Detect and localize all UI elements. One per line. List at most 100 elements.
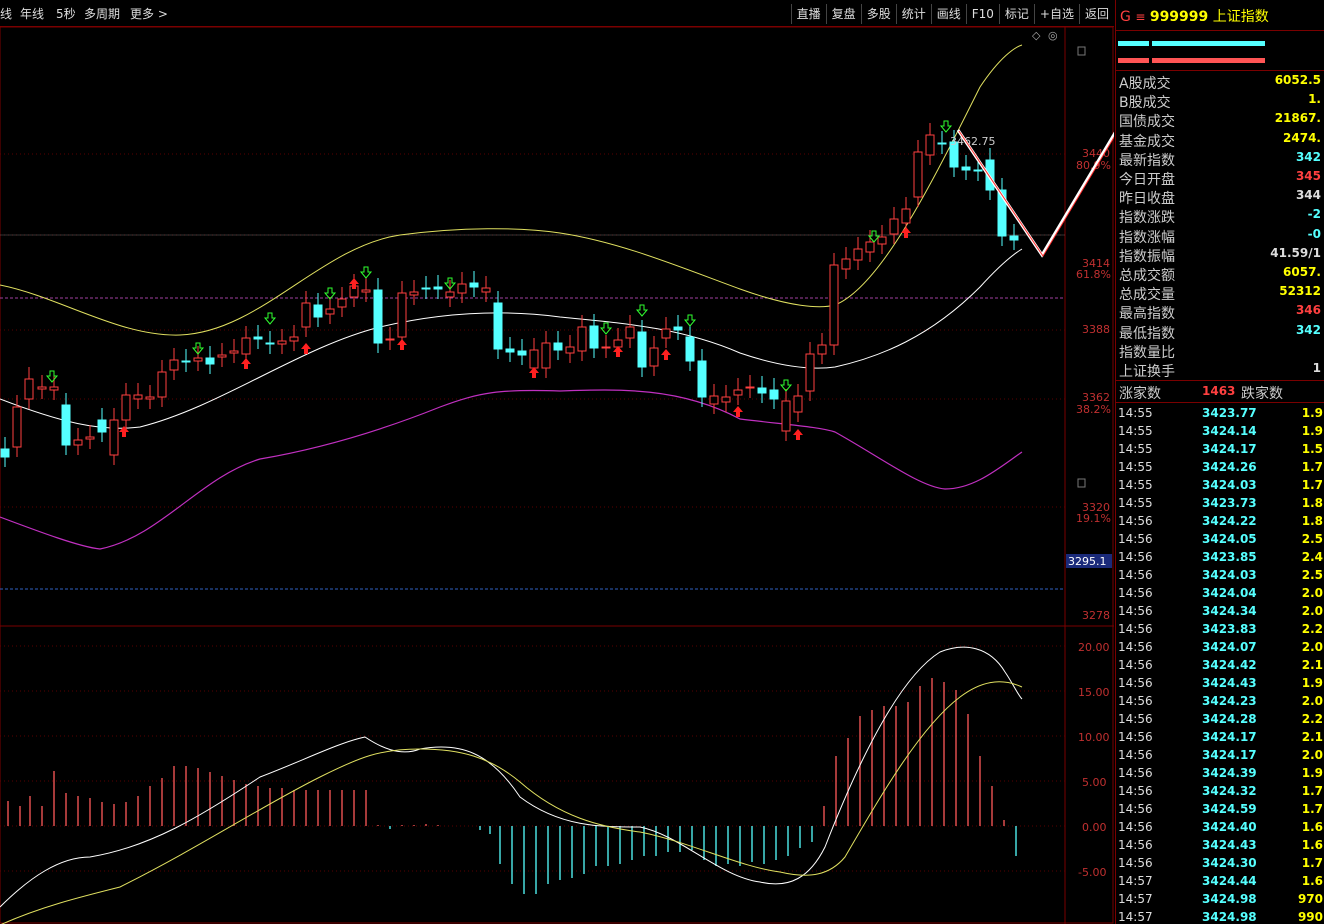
buy-arrow-icon <box>793 429 803 440</box>
candle-body <box>709 395 719 405</box>
tick-price: 3424.39 <box>1202 766 1257 780</box>
sell-arrow-icon <box>599 322 613 335</box>
toolbar-f10-button[interactable]: F10 <box>965 4 999 24</box>
tick-volume: 2.0 <box>1301 748 1323 762</box>
bid-bar-1 <box>1118 41 1149 46</box>
stat-label: 指数振幅 <box>1119 248 1175 265</box>
stat-row: A股成交 6052.5 <box>1116 72 1324 92</box>
toolbar-live-button[interactable]: 直播 <box>790 4 826 24</box>
tick-time: 14:56 <box>1118 856 1153 870</box>
candle-body <box>805 353 815 392</box>
sell-arrow-icon <box>635 304 649 317</box>
stat-label: 今日开盘 <box>1119 172 1175 188</box>
stat-label: 总成交额 <box>1119 268 1175 284</box>
candle-body <box>265 342 275 345</box>
menu-icon[interactable]: ≡ <box>1135 10 1145 24</box>
tick-time: 14:56 <box>1118 694 1153 708</box>
tick-volume: 1.7 <box>1301 802 1323 816</box>
tick-price: 3424.32 <box>1202 784 1257 798</box>
scroll-up-icon[interactable] <box>1077 46 1086 56</box>
settings-icon[interactable]: ◎ <box>1048 29 1058 42</box>
stat-value: 6052.5 <box>1274 73 1321 87</box>
tick-row: 14:57 3424.98 990 <box>1116 908 1324 924</box>
candle-body <box>877 236 887 245</box>
tick-volume: 1.8 <box>1301 496 1323 510</box>
sell-arrow-icon <box>359 266 373 279</box>
toolbar-draw-button[interactable]: 画线 <box>930 4 966 24</box>
tick-time: 14:55 <box>1118 496 1153 510</box>
toolbar-stats-button[interactable]: 统计 <box>895 4 931 24</box>
tick-row: 14:55 3423.77 1.9 <box>1116 404 1324 422</box>
candle-body <box>361 289 371 293</box>
tick-time: 14:57 <box>1118 874 1153 888</box>
candle-body <box>901 208 911 224</box>
period-tab-line[interactable]: 线 <box>0 5 12 22</box>
candle-body <box>121 394 131 421</box>
tick-price: 3424.14 <box>1202 424 1257 438</box>
macd-label-20: 20.00 <box>1078 641 1110 654</box>
toolbar-replay-button[interactable]: 复盘 <box>825 4 861 24</box>
tick-price: 3424.40 <box>1202 820 1257 834</box>
tick-time: 14:56 <box>1118 604 1153 618</box>
stat-row: 指数量比 <box>1116 341 1324 361</box>
tick-price: 3423.73 <box>1202 496 1257 510</box>
stock-code: 999999 <box>1149 9 1209 25</box>
tick-price: 3424.17 <box>1202 442 1257 456</box>
candle-body <box>133 394 143 400</box>
candle-body <box>745 386 755 389</box>
toolbar-back-button[interactable]: 返回 <box>1078 4 1114 24</box>
candle-body <box>697 360 707 398</box>
candle-body <box>817 344 827 355</box>
grid-lines <box>0 153 1065 872</box>
kline-chart[interactable]: 3440 80.9% 3414 61.8% 3388 3362 38.2% 33… <box>0 27 1114 924</box>
tick-volume: 1.8 <box>1301 514 1323 528</box>
toolbar-add-watchlist-button[interactable]: +自选 <box>1033 4 1079 24</box>
candle-body <box>85 436 95 440</box>
stat-value: 52312 <box>1279 284 1321 299</box>
candle-body <box>241 337 251 355</box>
tick-price: 3424.05 <box>1202 532 1257 546</box>
period-tab-more[interactable]: 更多 > <box>130 5 168 22</box>
divider <box>1116 402 1324 403</box>
candle-body <box>565 346 575 354</box>
tick-time: 14:56 <box>1118 730 1153 744</box>
period-tab-multi[interactable]: 多周期 <box>84 5 120 22</box>
diamond-icon[interactable]: ◇ <box>1032 29 1041 42</box>
tick-price: 3423.83 <box>1202 622 1257 636</box>
candle-body <box>421 287 431 290</box>
tick-price: 3424.98 <box>1202 910 1257 924</box>
stat-value: 346 <box>1295 303 1321 318</box>
tick-time: 14:56 <box>1118 712 1153 726</box>
stat-value: -2 <box>1307 207 1321 222</box>
stat-label: 国债成交 <box>1119 114 1175 131</box>
stat-label: 最低指数 <box>1119 325 1175 342</box>
candle-body <box>193 357 203 362</box>
quote-panel: G ≡ 999999 上证指数 A股成交 6052.5 B股成交 1. 国债成交 2186… <box>1115 0 1324 924</box>
candle-body <box>289 336 299 342</box>
candle-body <box>721 396 731 403</box>
tick-price: 3424.17 <box>1202 748 1257 762</box>
tick-row: 14:56 3424.07 2.0 <box>1116 638 1324 656</box>
toolbar-mark-button[interactable]: 标记 <box>998 4 1034 24</box>
toolbar-multi-stock-button[interactable]: 多股 <box>860 4 896 24</box>
scroll-mid-icon[interactable] <box>1077 478 1086 488</box>
tick-price: 3424.04 <box>1202 586 1257 600</box>
tick-price: 3424.42 <box>1202 658 1257 672</box>
candle-body <box>841 258 851 270</box>
period-tab-year[interactable]: 年线 <box>20 5 44 22</box>
candle-body <box>613 339 623 348</box>
candle-body <box>793 395 803 413</box>
candle-body <box>433 286 443 290</box>
tick-time: 14:56 <box>1118 658 1153 672</box>
candle-body <box>313 304 323 318</box>
divider <box>1116 380 1324 381</box>
candle-body <box>505 348 515 353</box>
tick-volume: 1.9 <box>1301 676 1323 690</box>
period-tab-5s[interactable]: 5秒 <box>56 5 76 22</box>
high-price-label: 3462.75 <box>950 135 996 148</box>
up-count-label: 涨家数 <box>1119 386 1161 402</box>
candle-body <box>853 248 863 261</box>
tick-volume: 1.9 <box>1301 406 1323 420</box>
candle-body <box>1009 235 1019 241</box>
tick-time: 14:56 <box>1118 838 1153 852</box>
